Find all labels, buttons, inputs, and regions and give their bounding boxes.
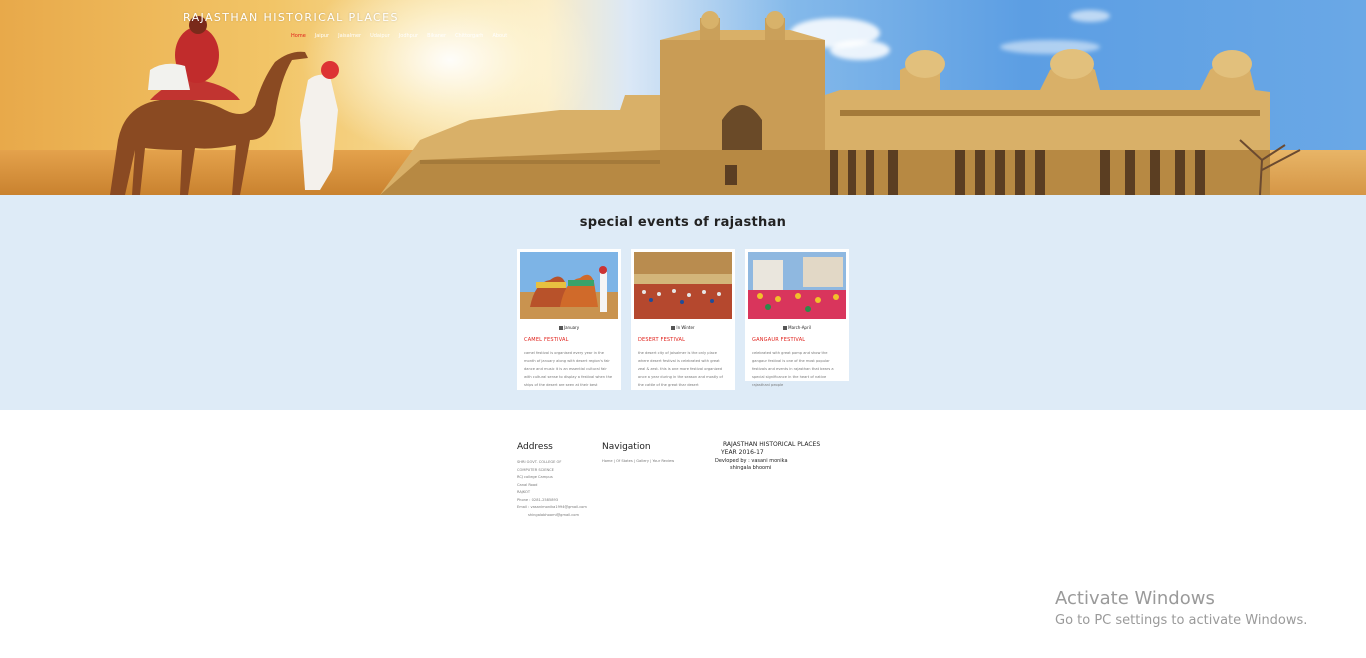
main-nav: Home Jaipur Jaisalmer Udaipur Jodhpur Bi… — [291, 33, 507, 39]
footer-developer-2: shingala bhoomi — [730, 465, 772, 471]
header-banner: RAJASTHAN HISTORICAL PLACES Home Jaipur … — [0, 0, 1366, 195]
footer-year: YEAR 2016-17 — [721, 449, 764, 456]
event-description: the desert city of jaisalmer is the only… — [638, 351, 723, 387]
footer-info: RAJASTHAN HISTORICAL PLACES YEAR 2016-17… — [715, 441, 845, 471]
footer-site-title: RAJASTHAN HISTORICAL PLACES — [723, 441, 821, 448]
watermark-title: Activate Windows — [1055, 588, 1215, 609]
events-heading: special events of rajasthan — [579, 215, 787, 230]
event-date: March-April — [748, 325, 846, 331]
event-date: In Winter — [634, 325, 732, 331]
activate-windows-watermark: Activate Windows Go to PC settings to ac… — [1055, 588, 1307, 632]
nav-item-home[interactable]: Home — [291, 33, 306, 39]
footer-developers: Devloped by : vasani monika — [715, 458, 788, 464]
fort-walls — [380, 11, 1270, 195]
fort-illustration — [110, 11, 1301, 195]
watermark-subtitle: Go to PC settings to activate Windows. — [1055, 613, 1308, 628]
nav-item-about[interactable]: About — [492, 33, 507, 39]
calendar-icon — [783, 326, 788, 330]
event-title[interactable]: CAMEL FESTIVAL — [524, 337, 618, 343]
event-photo — [748, 252, 846, 319]
event-title[interactable]: GANGAUR FESTIVAL — [752, 337, 846, 343]
nav-item-jodhpur[interactable]: Jodhpur — [399, 33, 418, 39]
event-description: camel festival is organised every year i… — [524, 351, 613, 387]
event-description: celebrated with great pomp and show the … — [752, 351, 834, 387]
navigation-heading: Navigation — [602, 442, 651, 452]
camel-illustration — [110, 16, 339, 195]
event-title[interactable]: DESERT FESTIVAL — [638, 337, 732, 343]
events-section: special events of rajasthan January CAME… — [0, 195, 1366, 410]
calendar-icon — [671, 326, 676, 330]
event-photo — [520, 252, 618, 319]
nav-item-bikaner[interactable]: Bikaner — [427, 33, 446, 39]
event-photo — [634, 252, 732, 319]
site-brand[interactable]: RAJASTHAN HISTORICAL PLACES — [183, 11, 399, 24]
nav-item-udaipur[interactable]: Udaipur — [370, 33, 390, 39]
event-card-gangaur[interactable]: March-April GANGAUR FESTIVAL celebrated … — [745, 249, 849, 387]
nav-item-jaisalmer[interactable]: Jaisalmer — [338, 33, 361, 39]
address-text: SHRI GOVT. COLLEGE OF COMPUTER SCIENCE R… — [517, 460, 587, 517]
footer-nav-links[interactable]: Home | Of States | Gallery | Your Review — [602, 459, 702, 463]
event-date: January — [520, 325, 618, 331]
nav-item-jaipur[interactable]: Jaipur — [315, 33, 329, 39]
footer-navigation: Navigation Home | Of States | Gallery | … — [602, 442, 702, 463]
event-card-desert[interactable]: In Winter DESERT FESTIVAL the desert cit… — [631, 249, 735, 390]
nav-item-chittorgarh[interactable]: Chittorgarh — [455, 33, 483, 39]
footer-address: Address SHRI GOVT. COLLEGE OF COMPUTER S… — [517, 442, 597, 519]
event-card-camel[interactable]: January CAMEL FESTIVAL camel festival is… — [517, 249, 621, 390]
calendar-icon — [558, 326, 563, 330]
address-heading: Address — [517, 442, 553, 452]
